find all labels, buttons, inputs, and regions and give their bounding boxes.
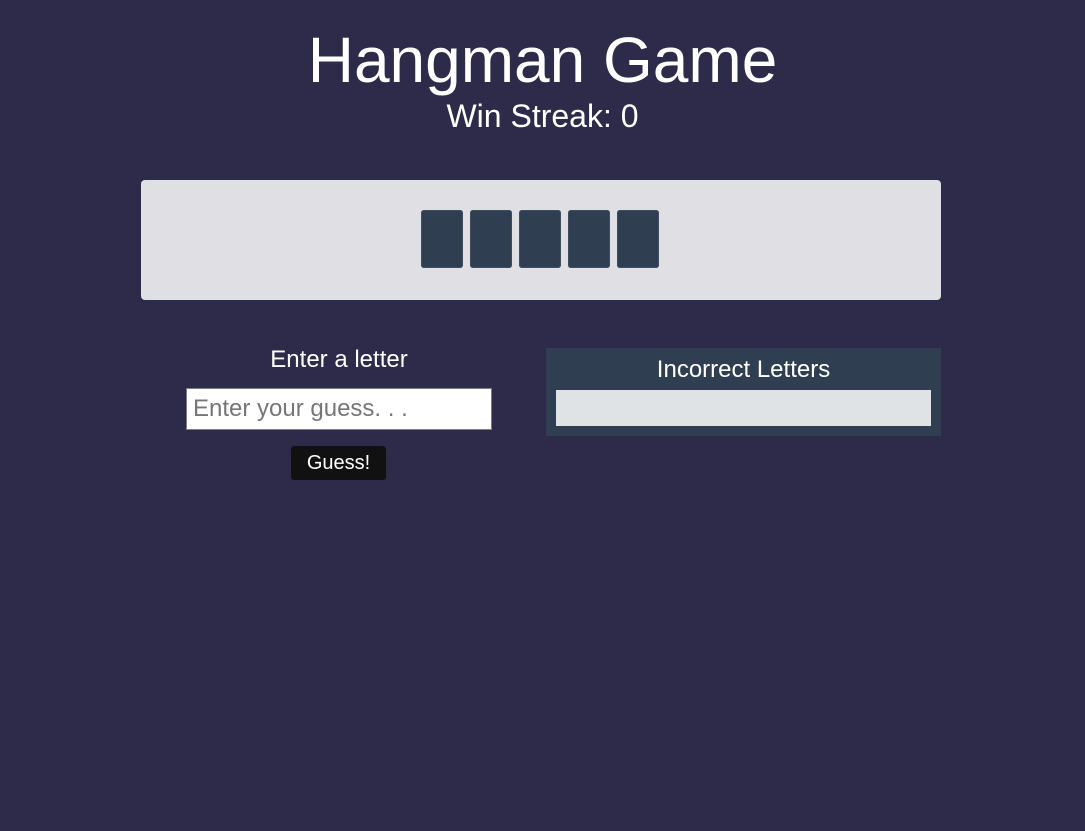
- letter-slot: [470, 210, 512, 268]
- letter-slot: [421, 210, 463, 268]
- page-title: Hangman Game: [307, 24, 778, 96]
- incorrect-letters-list: [556, 390, 931, 426]
- incorrect-letters-panel: Incorrect Letters: [546, 348, 941, 436]
- enter-letter-label: Enter a letter: [270, 346, 408, 373]
- letter-slot: [568, 210, 610, 268]
- guess-input[interactable]: [186, 388, 492, 430]
- letter-slot: [519, 210, 561, 268]
- incorrect-letters-title: Incorrect Letters: [656, 356, 831, 383]
- letter-slot: [617, 210, 659, 268]
- letter-slots: [421, 210, 659, 268]
- guess-button[interactable]: Guess!: [291, 446, 386, 480]
- win-streak-counter: Win Streak: 0: [446, 98, 639, 134]
